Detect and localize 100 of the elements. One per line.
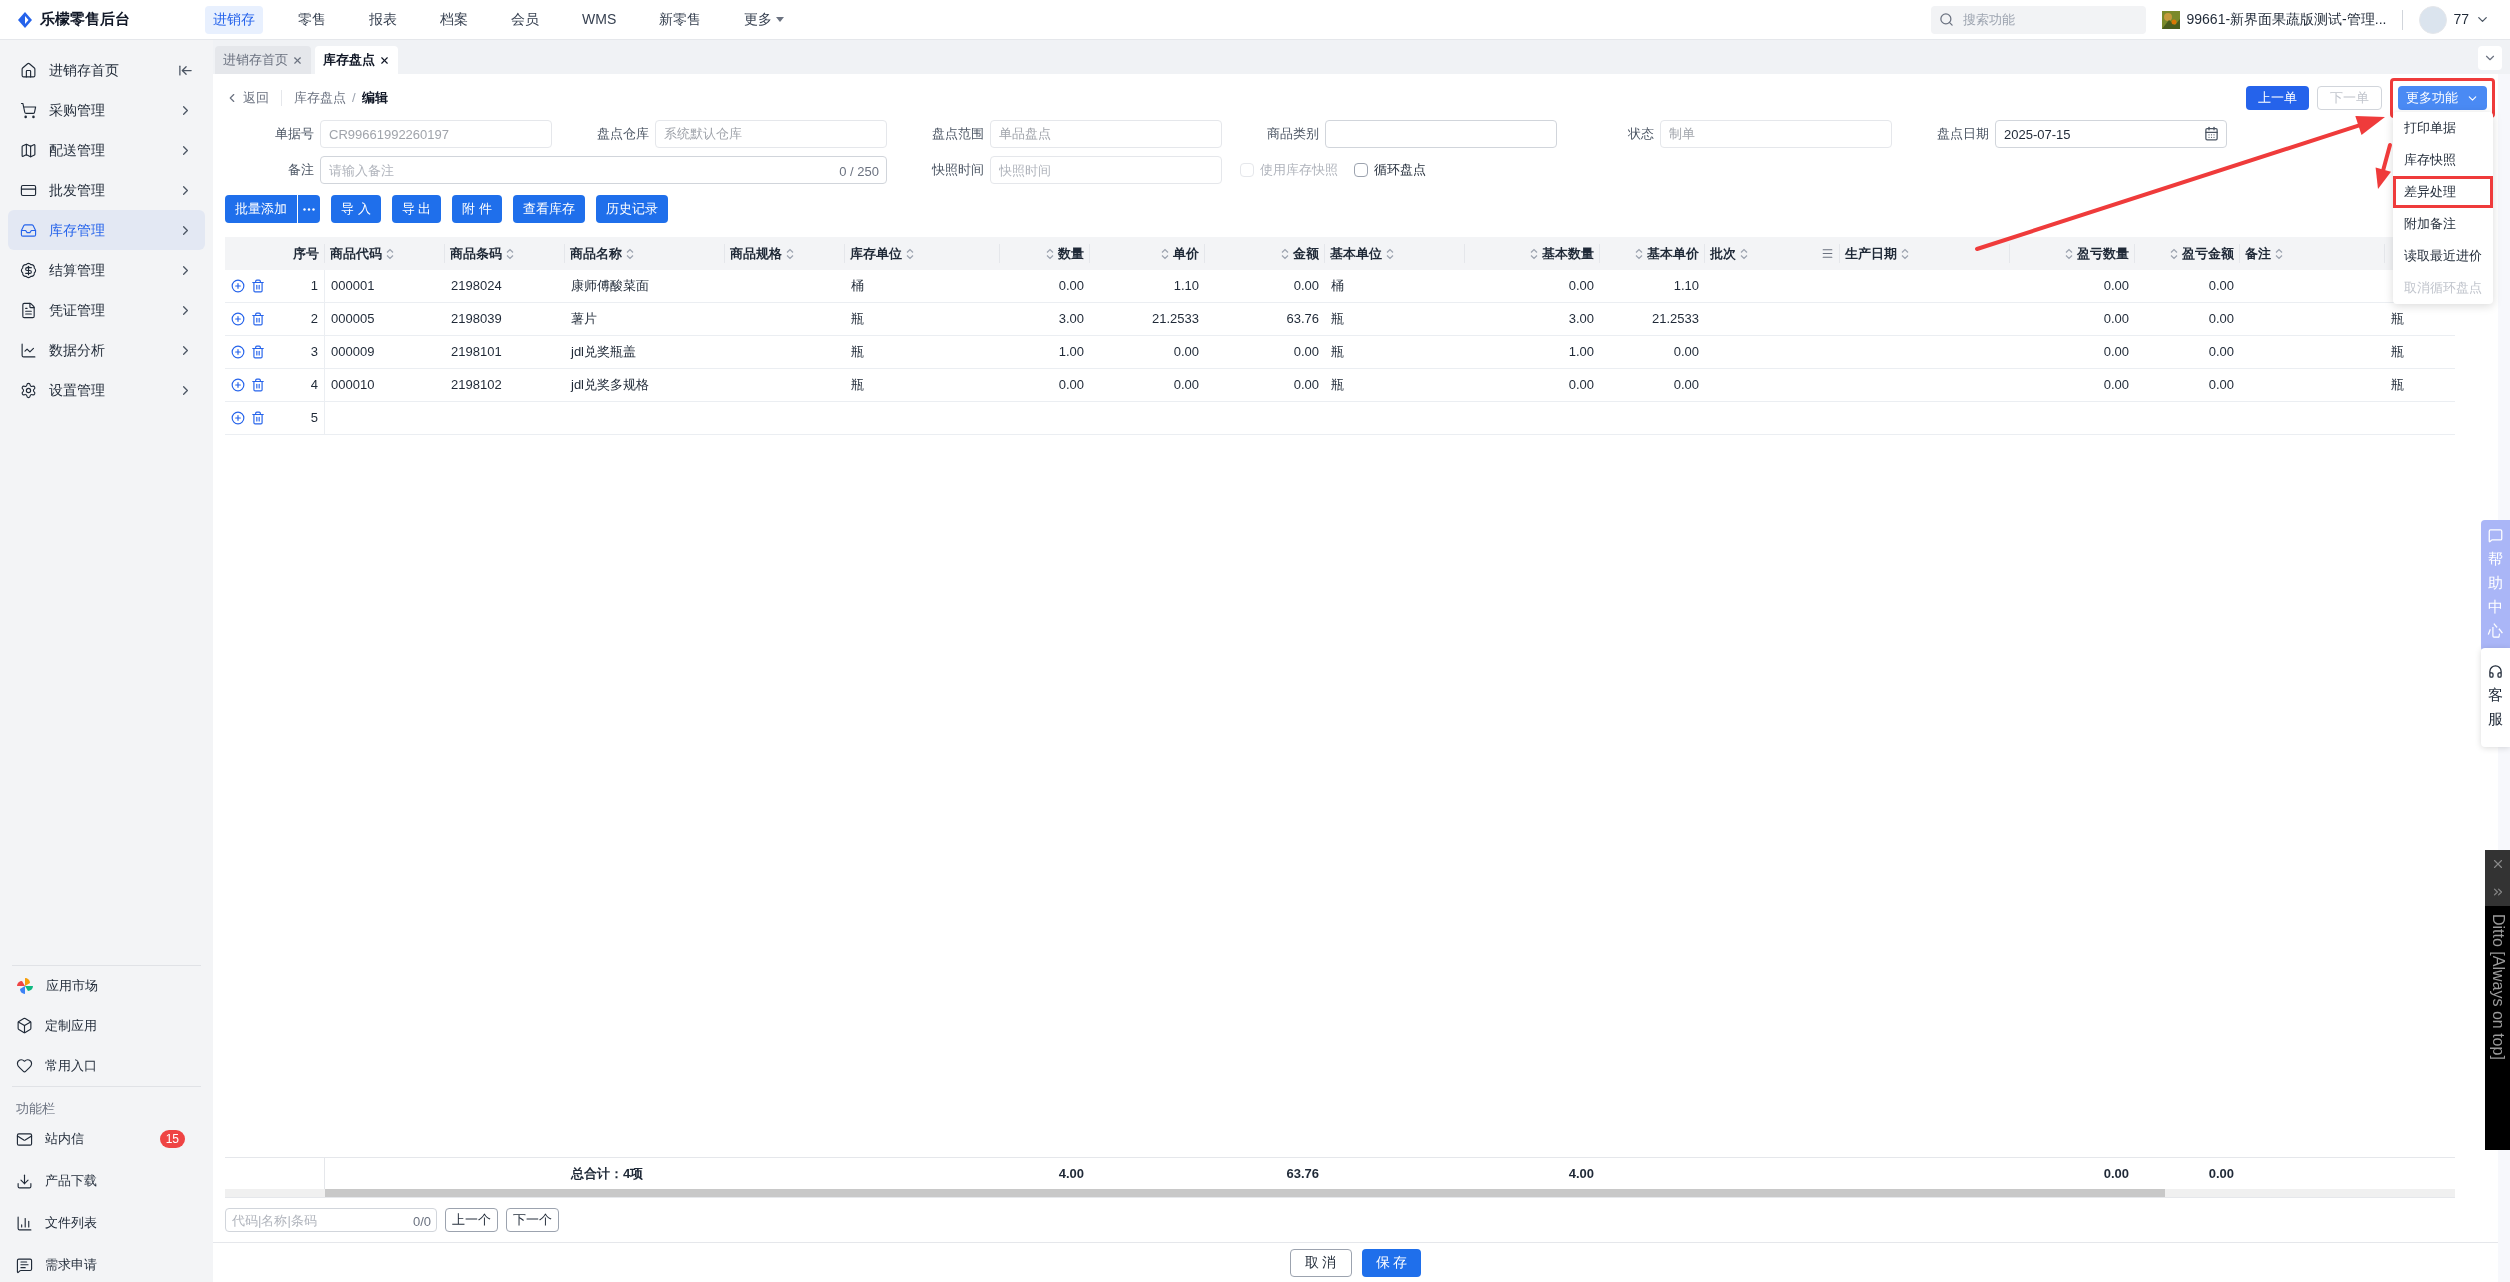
sidebar-item[interactable]: 产品下载	[8, 1164, 205, 1198]
customer-service-tab[interactable]: 客服	[2481, 648, 2510, 747]
sidebar-item[interactable]: 定制应用	[8, 1005, 205, 1046]
column-header[interactable]: 库存单位	[850, 243, 902, 264]
nav-tab[interactable]: 进销存	[205, 5, 263, 34]
sort-icon[interactable]	[506, 247, 514, 260]
menu-item[interactable]: 打印单据	[2393, 112, 2493, 144]
delete-icon[interactable]	[251, 279, 265, 293]
column-header[interactable]: 金额	[1293, 243, 1319, 264]
action-button[interactable]: 导 入	[331, 195, 381, 223]
nav-button[interactable]: 上一单	[2246, 86, 2309, 110]
column-header[interactable]: 盈亏金额	[2182, 243, 2234, 264]
add-row-icon[interactable]	[231, 378, 245, 392]
sort-icon[interactable]	[626, 247, 634, 260]
sort-icon[interactable]	[1046, 247, 1054, 260]
back-link[interactable]: 返回	[225, 88, 269, 108]
column-header[interactable]: 商品名称	[570, 243, 622, 264]
sidebar-item[interactable]: 需求申请	[8, 1248, 205, 1282]
sidebar-item[interactable]: 配送管理	[8, 130, 205, 170]
nav-tab[interactable]: 报表	[361, 5, 405, 34]
sort-icon[interactable]	[386, 247, 394, 260]
action-button[interactable]: 历史记录	[595, 195, 668, 223]
add-row-icon[interactable]	[231, 411, 245, 425]
action-button[interactable]: 附 件	[452, 195, 502, 223]
sort-icon[interactable]	[1901, 247, 1909, 260]
add-row-icon[interactable]	[231, 345, 245, 359]
sidebar-item[interactable]: 设置管理	[8, 370, 205, 410]
sidebar-item[interactable]: 批发管理	[8, 170, 205, 210]
find-button[interactable]: 下一个	[506, 1208, 559, 1232]
sort-icon[interactable]	[1530, 247, 1538, 260]
calendar-icon[interactable]	[2204, 126, 2219, 141]
sidebar-item[interactable]: 站内信 15	[8, 1122, 205, 1156]
more-options-button[interactable]	[298, 195, 320, 223]
column-header[interactable]: 备注	[2245, 243, 2271, 264]
store-name[interactable]: 99661-新界面果蔬版测试-管理...	[2186, 9, 2387, 30]
column-header[interactable]: 商品条码	[450, 243, 502, 264]
sidebar-item[interactable]: 凭证管理	[8, 290, 205, 330]
sort-icon[interactable]	[1386, 247, 1394, 260]
column-header[interactable]: 基本单位	[1330, 243, 1382, 264]
sort-icon[interactable]	[2275, 247, 2283, 260]
search-field[interactable]: 搜索功能	[1931, 5, 2147, 34]
breadcrumb-item[interactable]: 库存盘点	[294, 88, 346, 108]
column-header[interactable]: 单价	[1173, 243, 1199, 264]
sidebar-item[interactable]: 库存管理	[8, 210, 205, 250]
menu-item[interactable]: 差异处理	[2393, 176, 2493, 208]
sidebar-item[interactable]: 数据分析	[8, 330, 205, 370]
menu-item[interactable]: 附加备注	[2393, 208, 2493, 240]
sidebar-item[interactable]: 常用入口	[8, 1045, 205, 1086]
footer-button[interactable]: 取 消	[1289, 1248, 1352, 1277]
sort-icon[interactable]	[2170, 247, 2178, 260]
sort-icon[interactable]	[1281, 247, 1289, 260]
sidebar-item[interactable]: 采购管理	[8, 90, 205, 130]
action-button[interactable]: 批量添加	[225, 195, 297, 223]
sort-icon[interactable]	[1635, 247, 1643, 260]
column-header[interactable]: 生产日期	[1845, 243, 1897, 264]
menu-item[interactable]: 读取最近进价	[2393, 240, 2493, 272]
sidebar-item[interactable]: 应用市场	[8, 965, 205, 1006]
sidebar-item[interactable]: 结算管理	[8, 250, 205, 290]
sort-icon[interactable]	[2065, 247, 2073, 260]
footer-button[interactable]: 保 存	[1361, 1248, 1422, 1277]
column-header[interactable]: 批次	[1710, 243, 1736, 264]
nav-tab[interactable]: 档案	[432, 5, 476, 34]
scrollbar[interactable]	[225, 1189, 2455, 1197]
action-button[interactable]: 导 出	[391, 195, 442, 223]
menu-item[interactable]: 库存快照	[2393, 144, 2493, 176]
nav-tab[interactable]: WMS	[574, 5, 625, 34]
column-header[interactable]: 数量	[1058, 243, 1084, 264]
input-field[interactable]	[1325, 120, 1557, 148]
add-row-icon[interactable]	[231, 312, 245, 326]
menu-icon[interactable]	[1821, 247, 1834, 260]
sidebar-item[interactable]: 进销存首页	[8, 50, 205, 90]
checkbox[interactable]: 循环盘点	[1354, 160, 1426, 180]
column-header[interactable]: 盈亏数量	[2077, 243, 2129, 264]
column-header[interactable]: 基本数量	[1542, 243, 1594, 264]
nav-tab[interactable]: 更多	[736, 5, 793, 34]
column-header[interactable]: 商品规格	[730, 243, 782, 264]
delete-icon[interactable]	[251, 378, 265, 392]
close-icon[interactable]	[379, 54, 390, 66]
sort-icon[interactable]	[906, 247, 914, 260]
column-header[interactable]: 基本单价	[1647, 243, 1699, 264]
action-button[interactable]: 查看库存	[512, 195, 585, 223]
delete-icon[interactable]	[251, 411, 265, 425]
sort-icon[interactable]	[1161, 247, 1169, 260]
sort-icon[interactable]	[1740, 247, 1748, 260]
column-header[interactable]: 序号	[293, 243, 319, 264]
nav-tab[interactable]: 新零售	[651, 5, 710, 34]
page-tab[interactable]: 进销存首页	[215, 46, 311, 74]
sidebar-item[interactable]: 文件列表	[8, 1206, 205, 1240]
delete-icon[interactable]	[251, 312, 265, 326]
tabs-dropdown-button[interactable]	[2478, 46, 2502, 70]
page-tab[interactable]: 库存盘点	[315, 46, 398, 74]
delete-icon[interactable]	[251, 345, 265, 359]
date-field[interactable]: 2025-07-15	[1995, 120, 2227, 148]
find-button[interactable]: 上一个	[445, 1208, 498, 1232]
nav-tab[interactable]: 零售	[290, 5, 334, 34]
sort-icon[interactable]	[786, 247, 794, 260]
nav-tab[interactable]: 会员	[503, 5, 547, 34]
add-row-icon[interactable]	[231, 279, 245, 293]
column-header[interactable]: 商品代码	[330, 243, 382, 264]
user-name[interactable]: 77	[2453, 9, 2469, 30]
